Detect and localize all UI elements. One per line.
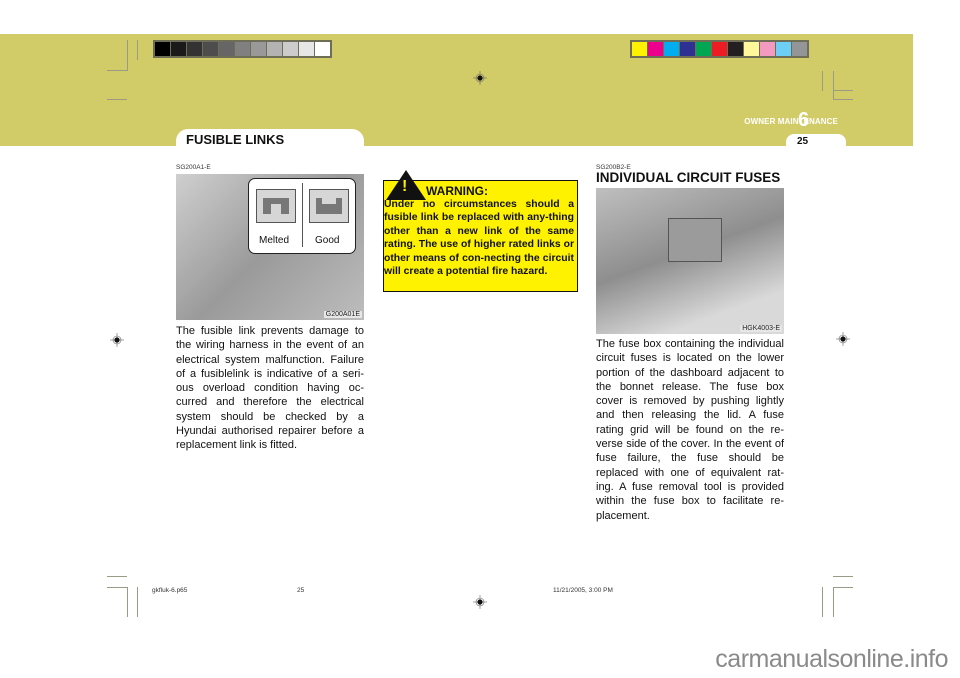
registration-mark-icon <box>473 595 487 609</box>
crop-mark <box>107 99 127 100</box>
page-number: 25 <box>797 136 809 147</box>
footer-page: 25 <box>297 587 305 594</box>
melted-label: Melted <box>259 235 290 246</box>
section-heading: INDIVIDUAL CIRCUIT FUSES <box>596 170 781 185</box>
color-swatch <box>203 42 218 56</box>
divider <box>302 183 303 247</box>
color-swatch <box>760 42 775 56</box>
figure-code: HGK4003-E <box>740 325 782 332</box>
warning-text: Under no circumstances should a fusible … <box>384 199 574 278</box>
color-calibration-bar <box>630 40 809 58</box>
crop-mark <box>833 587 834 617</box>
page-number-tab <box>786 134 846 148</box>
good-label: Good <box>315 235 340 246</box>
crop-mark <box>107 587 127 588</box>
grayscale-calibration-bar <box>153 40 332 58</box>
color-swatch <box>696 42 711 56</box>
fusible-link-paragraph: The fusible link prevents damage to the … <box>176 325 364 452</box>
crop-mark <box>833 90 853 91</box>
color-swatch <box>632 42 647 56</box>
circuit-fuses-paragraph: The fuse box containing the individual c… <box>596 338 784 522</box>
registration-mark-icon <box>836 332 850 346</box>
crop-mark <box>107 576 127 577</box>
crop-mark <box>833 587 853 588</box>
crop-mark <box>107 70 127 71</box>
color-swatch <box>267 42 282 56</box>
crop-mark <box>833 576 853 577</box>
crop-mark <box>833 99 853 100</box>
color-swatch <box>664 42 679 56</box>
warning-title: WARNING: <box>426 184 488 198</box>
color-swatch <box>155 42 170 56</box>
color-swatch <box>648 42 663 56</box>
color-swatch <box>315 42 330 56</box>
color-swatch <box>251 42 266 56</box>
color-swatch <box>792 42 807 56</box>
crop-mark <box>833 71 834 100</box>
color-swatch <box>680 42 695 56</box>
chapter-number: 6 <box>798 109 810 131</box>
color-swatch <box>171 42 186 56</box>
color-swatch <box>187 42 202 56</box>
color-swatch <box>219 42 234 56</box>
color-swatch <box>712 42 727 56</box>
fuse-callout: Melted Good <box>248 178 356 254</box>
crop-mark <box>127 40 128 71</box>
footer-timestamp: 11/21/2005, 3:00 PM <box>553 587 613 594</box>
crop-mark <box>137 40 138 60</box>
color-swatch <box>744 42 759 56</box>
registration-mark-icon <box>110 333 124 347</box>
footer-file-name: gkfluk-6.p65 <box>152 587 188 594</box>
good-link-illustration <box>309 189 349 223</box>
crop-mark <box>127 587 128 617</box>
fuse-box-opening <box>668 218 722 262</box>
fuse-box-photo: HGK4003-E <box>596 188 784 334</box>
exclamation-icon: ! <box>402 178 408 195</box>
section-label: OWNER MAINTENANCE <box>744 117 838 126</box>
figure-code: G200A01E <box>323 311 362 318</box>
section-title: FUSIBLE LINKS <box>186 132 285 147</box>
crop-mark <box>137 587 138 617</box>
watermark-link[interactable]: carmanualsonline.info <box>715 645 948 674</box>
reference-code: SG200A1-E <box>176 164 211 171</box>
color-swatch <box>728 42 743 56</box>
melted-link-illustration <box>256 189 296 223</box>
registration-mark-icon <box>473 71 487 85</box>
color-swatch <box>235 42 250 56</box>
color-swatch <box>283 42 298 56</box>
color-swatch <box>776 42 791 56</box>
crop-mark <box>822 587 823 617</box>
crop-mark <box>822 71 823 91</box>
color-swatch <box>299 42 314 56</box>
